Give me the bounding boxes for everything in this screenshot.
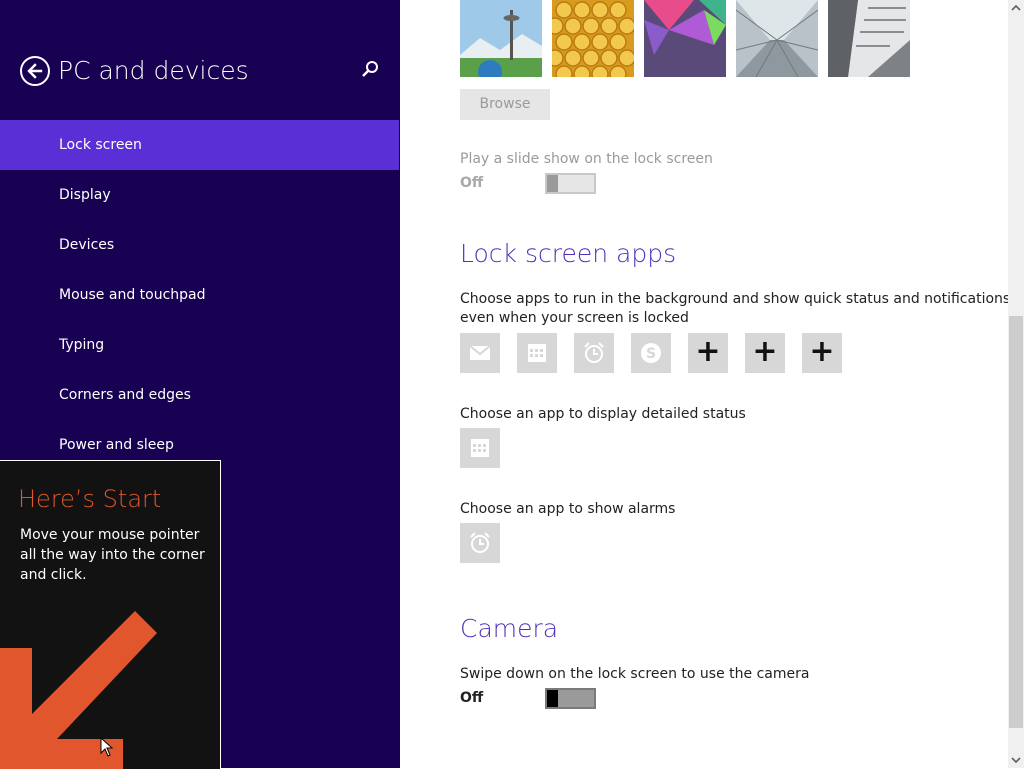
scrollbar-thumb[interactable] [1009, 316, 1023, 728]
background-thumbnail-space-needle[interactable] [460, 0, 542, 77]
add-lock-screen-app-button[interactable]: + [745, 333, 785, 373]
background-thumbnail-geometric[interactable] [644, 0, 726, 77]
camera-state: Off [460, 690, 484, 706]
add-lock-screen-app-button[interactable]: + [802, 333, 842, 373]
nav-item-corners-and-edges[interactable]: Corners and edges [0, 370, 400, 420]
content-pane: Browse Play a slide show on the lock scr… [400, 0, 1015, 768]
skype-icon: S [641, 343, 661, 363]
page-title: PC and devices [58, 56, 249, 85]
calendar-icon [471, 439, 489, 457]
nav-item-typing[interactable]: Typing [0, 320, 400, 370]
tip-body: Move your mouse pointer all the way into… [20, 527, 205, 583]
start-tip-popup: Here’s Start Move your mouse pointer all… [0, 460, 221, 769]
nav-item-lock-screen[interactable]: Lock screen [0, 120, 399, 170]
lock-screen-apps-description-line2: even when your screen is locked [460, 310, 689, 326]
tip-title: Here’s Start [18, 485, 162, 513]
nav-header: PC and devices [20, 54, 390, 88]
camera-toggle[interactable] [545, 688, 596, 709]
slideshow-label: Play a slide show on the lock screen [460, 151, 713, 167]
lock-screen-apps-heading: Lock screen apps [460, 239, 677, 268]
browse-button[interactable]: Browse [460, 89, 550, 120]
background-thumbnail-honeycomb[interactable] [552, 0, 634, 77]
background-thumbnail-piano-keys[interactable] [828, 0, 910, 77]
chevron-up-icon [1011, 4, 1021, 11]
alarm-icon [470, 532, 490, 553]
lock-screen-apps-description-line1: Choose apps to run in the background and… [460, 291, 1015, 307]
alarms-app-tile[interactable] [460, 523, 500, 563]
toggle-knob [547, 690, 558, 707]
nav-item-devices[interactable]: Devices [0, 220, 400, 270]
chevron-down-icon [1011, 757, 1021, 764]
alarm-app-tile[interactable] [574, 333, 614, 373]
svg-text:S: S [646, 346, 656, 362]
detailed-status-label: Choose an app to display detailed status [460, 406, 746, 422]
nav-item-mouse-and-touchpad[interactable]: Mouse and touchpad [0, 270, 400, 320]
add-lock-screen-app-button[interactable]: + [688, 333, 728, 373]
nav-list: Lock screen Display Devices Mouse and to… [0, 120, 400, 470]
calendar-app-tile[interactable] [517, 333, 557, 373]
slideshow-state: Off [460, 175, 484, 191]
corner-arrow-icon [0, 611, 157, 769]
back-arrow-icon [27, 63, 43, 79]
alarms-label: Choose an app to show alarms [460, 501, 676, 517]
mail-app-tile[interactable] [460, 333, 500, 373]
detailed-status-app-tile[interactable] [460, 428, 500, 468]
back-button[interactable] [20, 56, 50, 86]
background-thumbnail-train-tunnel[interactable] [736, 0, 818, 77]
mail-icon [469, 345, 491, 360]
toggle-knob [547, 175, 558, 192]
skype-app-tile[interactable]: S [631, 333, 671, 373]
alarm-icon [584, 342, 604, 363]
slideshow-toggle[interactable] [545, 173, 596, 194]
mouse-pointer-icon [100, 737, 114, 757]
calendar-icon [528, 344, 546, 362]
search-icon[interactable] [360, 60, 380, 80]
scroll-down-button[interactable] [1008, 752, 1024, 768]
camera-heading: Camera [460, 614, 559, 643]
nav-item-display[interactable]: Display [0, 170, 400, 220]
scroll-up-button[interactable] [1008, 0, 1024, 16]
vertical-scrollbar[interactable] [1008, 0, 1024, 768]
camera-label: Swipe down on the lock screen to use the… [460, 666, 810, 682]
